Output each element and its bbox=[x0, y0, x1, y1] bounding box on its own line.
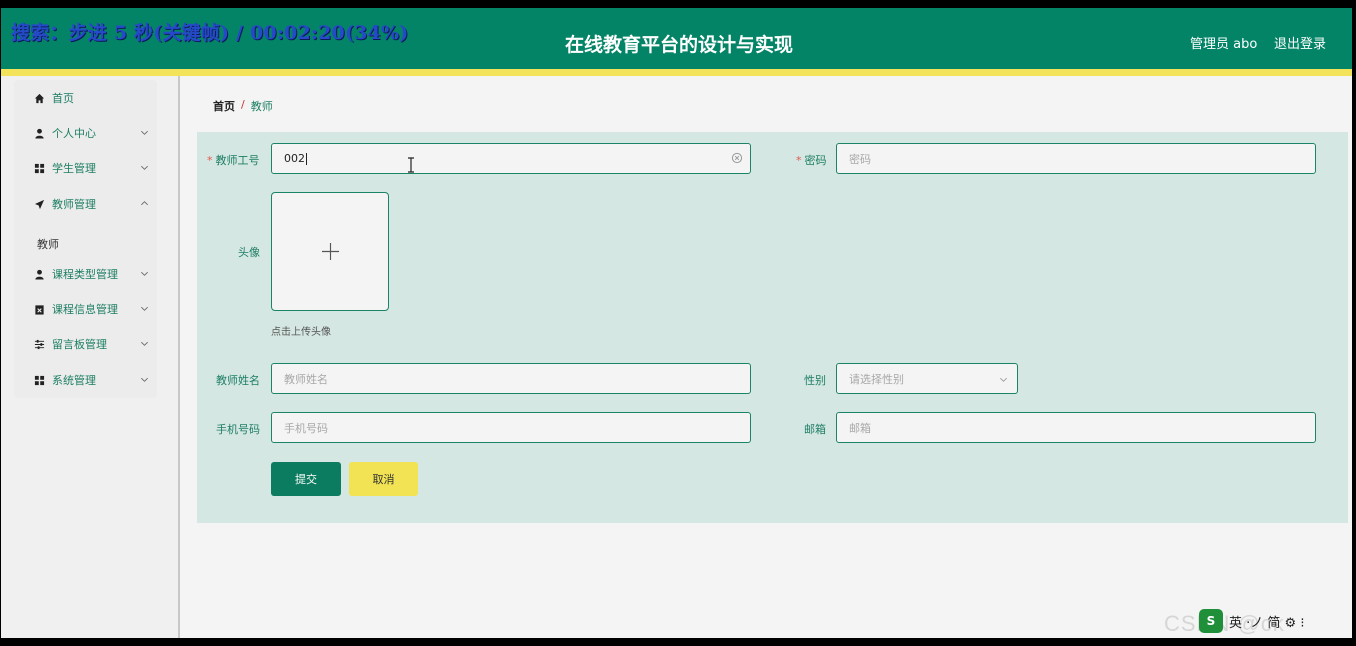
sliders-icon bbox=[33, 338, 45, 350]
app-window: 搜索：步进 5 秒(关键帧) / 00:02:20(34%) 在线教育平台的设计… bbox=[1, 8, 1352, 638]
password-label: * 密码 bbox=[796, 152, 827, 168]
required-mark: * bbox=[207, 154, 213, 167]
sidebar-item-teacher-management[interactable]: 教师管理 bbox=[14, 188, 157, 220]
breadcrumb-current: 教师 bbox=[250, 100, 273, 113]
user-icon bbox=[33, 127, 45, 139]
ime-logo-icon: S bbox=[1199, 609, 1223, 633]
chevron-down-icon bbox=[141, 165, 148, 170]
teacher-id-input[interactable]: 002 bbox=[271, 143, 751, 174]
sidebar-item-label: 系统管理 bbox=[52, 374, 96, 387]
chevron-down-icon bbox=[141, 341, 148, 346]
mouse-ibeam-cursor bbox=[408, 157, 414, 173]
phone-input[interactable]: 手机号码 bbox=[271, 412, 751, 443]
teacher-id-label-text: 教师工号 bbox=[215, 154, 260, 167]
chevron-down-icon bbox=[141, 130, 148, 135]
cancel-button[interactable]: 取消 bbox=[349, 462, 418, 496]
sidebar-subitem-teacher[interactable]: 教师 bbox=[37, 236, 59, 252]
breadcrumb-separator: / bbox=[241, 98, 245, 111]
logout-link[interactable]: 退出登录 bbox=[1274, 33, 1326, 52]
sidebar: 首页 个人中心 学生管理 教师管理 教师 课程类型管理 课程信息管理 留言板管理… bbox=[1, 76, 180, 638]
email-label: 邮箱 bbox=[804, 423, 826, 436]
clear-icon[interactable] bbox=[731, 152, 743, 164]
sidebar-item-label: 首页 bbox=[52, 92, 74, 105]
sidebar-item-system-management[interactable]: 系统管理 bbox=[14, 364, 157, 396]
app-title: 在线教育平台的设计与实现 bbox=[564, 34, 793, 56]
chevron-down-icon bbox=[141, 377, 148, 382]
teacher-id-label: * 教师工号 bbox=[207, 152, 260, 168]
chevron-down-icon bbox=[141, 271, 148, 276]
grid-icon bbox=[33, 162, 45, 174]
breadcrumb: 首页 / 教师 bbox=[213, 98, 273, 114]
gender-label: 性别 bbox=[804, 374, 826, 387]
avatar-upload[interactable] bbox=[271, 192, 389, 311]
user-icon bbox=[33, 268, 45, 280]
ime-status: 英 ·ノ 简 ⚙ ⁝ bbox=[1229, 615, 1305, 631]
top-header: 搜索：步进 5 秒(关键帧) / 00:02:20(34%) 在线教育平台的设计… bbox=[1, 8, 1352, 69]
teacher-id-value: 002 bbox=[284, 152, 305, 165]
plus-icon bbox=[321, 242, 340, 261]
ime-toolbar[interactable]: S 英 ·ノ 简 ⚙ ⁝ bbox=[1199, 608, 1304, 634]
name-label: 教师姓名 bbox=[216, 374, 260, 387]
avatar-label: 头像 bbox=[238, 246, 260, 259]
sidebar-item-label: 课程类型管理 bbox=[52, 268, 118, 281]
sidebar-item-label: 教师管理 bbox=[52, 198, 96, 211]
chevron-down-icon bbox=[1000, 377, 1007, 382]
submit-button[interactable]: 提交 bbox=[271, 462, 341, 496]
name-placeholder: 教师姓名 bbox=[284, 372, 328, 386]
sidebar-item-home[interactable]: 首页 bbox=[14, 82, 157, 114]
required-mark: * bbox=[796, 154, 802, 167]
gender-placeholder: 请选择性别 bbox=[849, 372, 904, 386]
sidebar-item-label: 学生管理 bbox=[52, 162, 96, 175]
send-icon bbox=[33, 198, 45, 210]
email-input[interactable]: 邮箱 bbox=[836, 412, 1316, 443]
current-user: 管理员 abo bbox=[1190, 37, 1258, 52]
breadcrumb-home[interactable]: 首页 bbox=[213, 98, 235, 114]
phone-placeholder: 手机号码 bbox=[284, 421, 328, 435]
clipboard-icon bbox=[33, 303, 45, 315]
sidebar-item-personal-center[interactable]: 个人中心 bbox=[14, 117, 157, 149]
header-accent-stripe bbox=[1, 69, 1352, 76]
avatar-upload-hint: 点击上传头像 bbox=[271, 327, 331, 338]
password-input[interactable]: 密码 bbox=[836, 143, 1316, 174]
name-input[interactable]: 教师姓名 bbox=[271, 363, 751, 394]
sidebar-item-course-type-management[interactable]: 课程类型管理 bbox=[14, 258, 157, 290]
home-icon bbox=[33, 92, 45, 104]
password-placeholder: 密码 bbox=[849, 152, 871, 166]
grid-icon bbox=[33, 374, 45, 386]
gender-select[interactable]: 请选择性别 bbox=[836, 363, 1018, 394]
chevron-up-icon bbox=[141, 201, 148, 206]
sidebar-item-label: 留言板管理 bbox=[52, 338, 107, 351]
sidebar-item-message-board-management[interactable]: 留言板管理 bbox=[14, 328, 157, 360]
email-placeholder: 邮箱 bbox=[849, 421, 871, 435]
password-label-text: 密码 bbox=[804, 154, 827, 167]
sidebar-menu: 首页 个人中心 学生管理 教师管理 教师 课程类型管理 课程信息管理 留言板管理… bbox=[14, 80, 157, 398]
sidebar-item-course-info-management[interactable]: 课程信息管理 bbox=[14, 293, 157, 325]
chevron-down-icon bbox=[141, 306, 148, 311]
sidebar-item-label: 个人中心 bbox=[52, 127, 96, 140]
sidebar-item-student-management[interactable]: 学生管理 bbox=[14, 152, 157, 184]
phone-label: 手机号码 bbox=[216, 423, 260, 436]
sidebar-item-label: 课程信息管理 bbox=[52, 303, 118, 316]
text-caret bbox=[306, 152, 307, 165]
